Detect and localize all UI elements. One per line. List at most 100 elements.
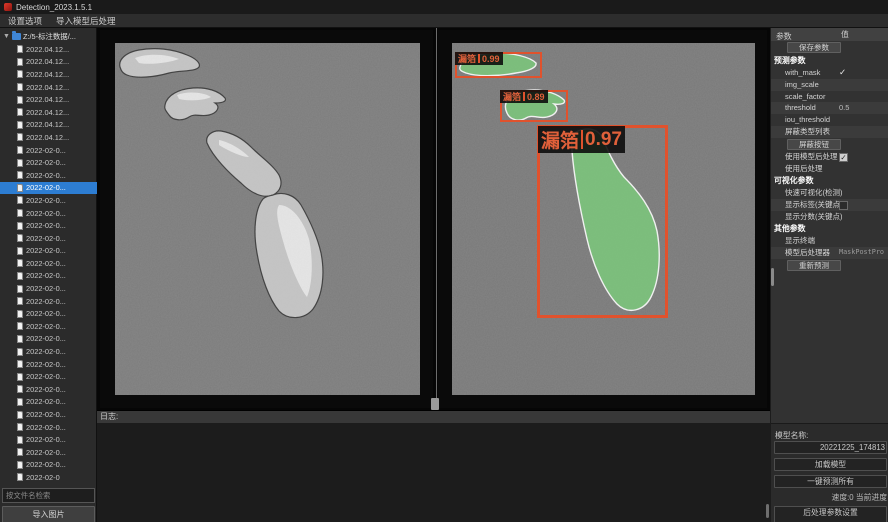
- splitter-grip[interactable]: [431, 398, 439, 410]
- file-icon: [17, 448, 23, 456]
- param-row[interactable]: 其他参数: [771, 223, 888, 236]
- tree-file-row[interactable]: 2022.04.12...: [0, 131, 97, 144]
- param-row[interactable]: 显示终端: [771, 235, 888, 247]
- param-value[interactable]: MaskPostPro: [839, 247, 884, 259]
- load-model-button[interactable]: 加载模型: [774, 458, 887, 471]
- tree-file-row[interactable]: 2022.04.12...: [0, 43, 97, 56]
- tree-file-label: 2022-02-0...: [26, 271, 66, 280]
- import-image-button[interactable]: 导入图片: [2, 506, 95, 522]
- tree-file-row[interactable]: 2022-02-0...: [0, 459, 97, 472]
- tree-file-row[interactable]: 2022-02-0...: [0, 446, 97, 459]
- param-row[interactable]: scale_factor: [771, 91, 888, 103]
- file-icon: [17, 335, 23, 343]
- tree-file-row[interactable]: 2022-02-0...: [0, 408, 97, 421]
- file-icon: [17, 83, 23, 91]
- menu-item-settings[interactable]: 设置选项: [8, 15, 42, 27]
- tree-file-row[interactable]: 2022-02-0...: [0, 358, 97, 371]
- tree-file-row[interactable]: 2022-02-0...: [0, 245, 97, 258]
- param-label: 快速可视化(检测): [785, 188, 843, 197]
- file-tree: ▼ Z:/5-标注数据/... 2022.04.12... 2022.04.12…: [0, 30, 97, 488]
- file-icon: [17, 96, 23, 104]
- file-icon: [17, 234, 23, 242]
- tree-file-row[interactable]: 2022-02-0...: [0, 282, 97, 295]
- tree-file-row[interactable]: 2022.04.12...: [0, 119, 97, 132]
- predict-all-button[interactable]: 一键预测所有: [774, 475, 887, 488]
- param-label: 重新预测: [787, 260, 841, 271]
- menu-item-import-postproc[interactable]: 导入模型后处理: [56, 15, 116, 27]
- tree-root-label: Z:/5-标注数据/...: [23, 31, 76, 42]
- tree-file-row[interactable]: 2022-02-0...: [0, 207, 97, 220]
- param-row[interactable]: 使用后处理: [771, 163, 888, 175]
- tree-file-row[interactable]: 2022-02-0...: [0, 396, 97, 409]
- tree-file-row[interactable]: 2022-02-0: [0, 471, 97, 484]
- param-row[interactable]: 屏蔽类型列表: [771, 126, 888, 138]
- tree-file-row[interactable]: 2022-02-0...: [0, 421, 97, 434]
- tree-file-row[interactable]: 2022-02-0...: [0, 433, 97, 446]
- postproc-settings-button[interactable]: 后处理参数设置: [774, 506, 887, 522]
- param-row[interactable]: 重新预测: [771, 259, 888, 273]
- param-row[interactable]: img_scale: [771, 79, 888, 91]
- param-label: 保存参数: [787, 42, 841, 53]
- tree-file-label: 2022-02-0...: [26, 146, 66, 155]
- titlebar: Detection_2023.1.5.1: [0, 0, 888, 14]
- tree-file-row[interactable]: 2022-02-0...: [0, 270, 97, 283]
- search-input[interactable]: [2, 488, 95, 503]
- tree-file-row[interactable]: 2022.04.12...: [0, 68, 97, 81]
- tree-file-row[interactable]: 2022.04.12...: [0, 93, 97, 106]
- tree-file-row[interactable]: 2022-02-0...: [0, 345, 97, 358]
- param-row[interactable]: with_mask ✓: [771, 67, 888, 79]
- param-value[interactable]: ✓: [839, 67, 846, 79]
- log-scrollbar[interactable]: [766, 504, 769, 518]
- file-icon: [17, 247, 23, 255]
- tree-file-row[interactable]: 2022-02-0...: [0, 320, 97, 333]
- param-row[interactable]: 屏蔽按钮: [771, 138, 888, 152]
- tree-root-row[interactable]: ▼ Z:/5-标注数据/...: [0, 30, 97, 43]
- tree-file-label: 2022-02-0...: [26, 259, 66, 268]
- param-row[interactable]: threshold 0.5: [771, 102, 888, 114]
- file-icon: [17, 348, 23, 356]
- tree-file-row[interactable]: 2022-02-0...: [0, 295, 97, 308]
- tree-file-label: 2022-02-0...: [26, 284, 66, 293]
- log-title: 日志:: [97, 411, 770, 423]
- param-row[interactable]: 快速可视化(检测): [771, 187, 888, 199]
- param-row[interactable]: 使用模型后处理 ✓: [771, 151, 888, 163]
- tree-file-row[interactable]: 2022.04.12...: [0, 106, 97, 119]
- tree-file-row[interactable]: 2022-02-0...: [0, 169, 97, 182]
- tree-file-row[interactable]: 2022-02-0...: [0, 144, 97, 157]
- param-row[interactable]: 可视化参数: [771, 175, 888, 188]
- tree-file-row[interactable]: 2022.04.12...: [0, 56, 97, 69]
- param-row[interactable]: iou_threshold: [771, 114, 888, 126]
- param-row[interactable]: 显示分数(关键点): [771, 211, 888, 223]
- tree-file-row[interactable]: 2022-02-0...: [0, 333, 97, 346]
- model-name-field[interactable]: 20221225_174813: [774, 441, 887, 454]
- param-value[interactable]: [839, 201, 848, 210]
- param-label: img_scale: [785, 80, 819, 89]
- tree-file-row[interactable]: 2022-02-0...: [0, 370, 97, 383]
- param-value[interactable]: ✓: [839, 153, 848, 162]
- file-icon: [17, 272, 23, 280]
- parameters-panel: 参数 值 保存参数 预测参数 with_mask ✓ img_scale sca…: [770, 28, 888, 522]
- tree-file-row[interactable]: 2022-02-0...: [0, 194, 97, 207]
- file-icon: [17, 423, 23, 431]
- tree-file-row[interactable]: 2022-02-0...: [0, 307, 97, 320]
- file-icon: [17, 196, 23, 204]
- tree-file-row[interactable]: 2022.04.12...: [0, 81, 97, 94]
- tree-file-row[interactable]: 2022-02-0...: [0, 257, 97, 270]
- tree-file-row[interactable]: 2022-02-0...: [0, 156, 97, 169]
- param-value[interactable]: 0.5: [839, 102, 849, 114]
- params-header: 参数 值: [771, 28, 888, 41]
- tree-file-row[interactable]: 2022-02-0...: [0, 182, 97, 195]
- tree-file-label: 2022-02-0...: [26, 435, 66, 444]
- tree-file-row[interactable]: 2022-02-0...: [0, 219, 97, 232]
- file-icon: [17, 209, 23, 217]
- param-row[interactable]: 预测参数: [771, 55, 888, 68]
- param-row[interactable]: 模型后处理器 MaskPostPro: [771, 247, 888, 259]
- tree-file-label: 2022-02-0: [26, 473, 60, 482]
- param-row[interactable]: 保存参数: [771, 41, 888, 55]
- param-row[interactable]: 显示标签(关键点): [771, 199, 888, 211]
- tree-file-row[interactable]: 2022-02-0...: [0, 383, 97, 396]
- app-title: Detection_2023.1.5.1: [16, 3, 92, 12]
- detection-label: 漏箔0.99: [455, 52, 503, 65]
- tree-file-row[interactable]: 2022-02-0...: [0, 232, 97, 245]
- file-icon: [17, 436, 23, 444]
